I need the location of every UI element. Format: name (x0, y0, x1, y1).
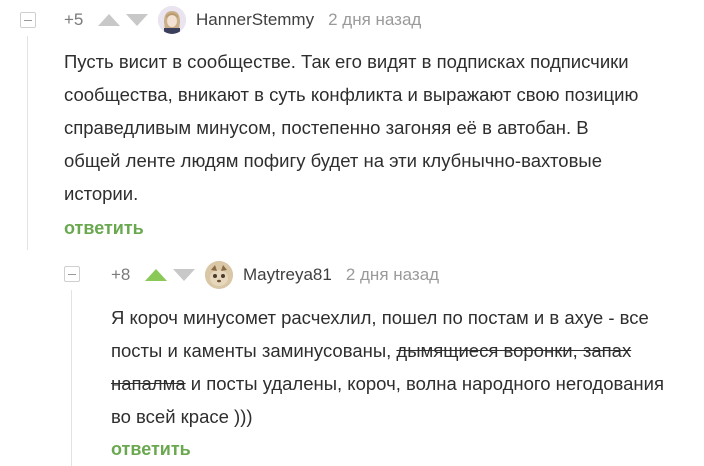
comment-timestamp[interactable]: 2 дня назад (346, 265, 439, 285)
comment-text: Пусть висит в сообществе. Так его видят … (64, 51, 639, 204)
thread-line[interactable] (27, 36, 28, 250)
comment-text-part: и посты удалены, короч, волна народного … (111, 373, 664, 427)
collapse-comment-button[interactable] (20, 12, 36, 28)
collapse-comment-button[interactable] (64, 266, 80, 282)
upvote-arrow-icon[interactable] (98, 14, 120, 26)
comment: +5 HannerStemmy 2 дня назад Пусть висит … (0, 0, 704, 250)
comment-rating: +8 (111, 265, 131, 284)
upvote-arrow-icon[interactable] (145, 269, 167, 281)
comment-rating: +5 (64, 10, 84, 29)
username[interactable]: Maytreya81 (243, 265, 332, 285)
reply-button[interactable]: ответить (111, 439, 191, 460)
downvote-arrow-icon[interactable] (126, 14, 148, 26)
avatar-image (205, 261, 233, 289)
comment-header: +5 HannerStemmy 2 дня назад (64, 6, 421, 34)
comment-header: +8 Maytreya81 2 дня назад (111, 261, 439, 289)
comment-timestamp[interactable]: 2 дня назад (328, 10, 421, 30)
avatar-image (158, 6, 186, 34)
avatar[interactable] (205, 261, 233, 289)
reply-button[interactable]: ответить (64, 218, 144, 239)
avatar[interactable] (158, 6, 186, 34)
comment-text: Я короч минусомет расчехлил, пошел по по… (111, 301, 671, 433)
comment-reply: +8 Maytreya81 2 дня назад Я короч минусо… (0, 250, 704, 466)
downvote-arrow-icon[interactable] (173, 269, 195, 281)
thread-line[interactable] (71, 290, 72, 466)
username[interactable]: HannerStemmy (196, 10, 314, 30)
